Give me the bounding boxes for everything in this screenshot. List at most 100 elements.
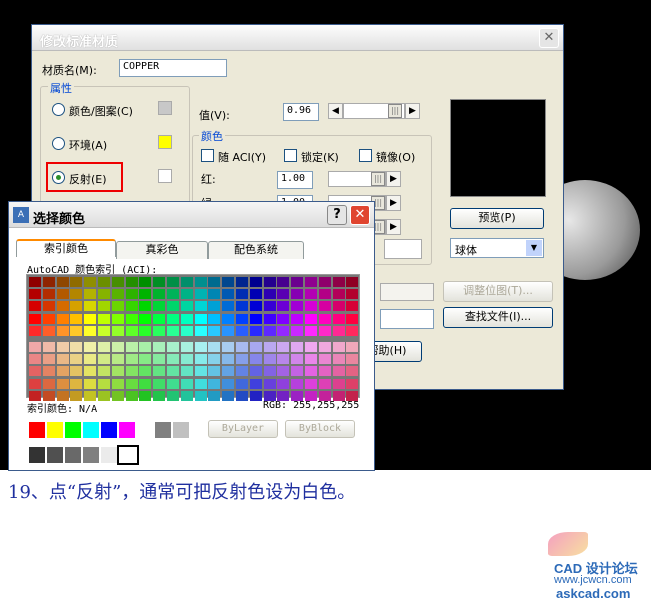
aci-color-cell[interactable] — [139, 354, 152, 365]
aci-color-cell[interactable] — [318, 313, 331, 324]
value-field[interactable]: 0.96 — [283, 103, 319, 121]
aci-color-cell[interactable] — [318, 366, 331, 377]
aci-color-cell[interactable] — [291, 289, 304, 300]
aci-color-cell[interactable] — [194, 289, 207, 300]
aci-color-cell[interactable] — [153, 277, 166, 287]
aci-color-cell[interactable] — [84, 366, 97, 377]
aci-color-cell[interactable] — [139, 277, 152, 287]
aci-checkbox[interactable] — [201, 149, 214, 162]
aci-color-cell[interactable] — [167, 289, 179, 300]
find-file-button[interactable]: 查找文件(I)... — [443, 307, 553, 328]
aci-color-cell[interactable] — [194, 342, 207, 352]
aci-color-cell[interactable] — [208, 390, 221, 401]
aci-color-cell[interactable] — [125, 390, 138, 401]
bylayer-button[interactable]: ByLayer — [208, 420, 278, 438]
aci-color-cell[interactable] — [222, 366, 235, 377]
help-question-button[interactable]: ? — [327, 205, 347, 225]
aci-color-cell[interactable] — [29, 354, 41, 365]
aci-color-cell[interactable] — [277, 325, 290, 336]
aci-color-cell[interactable] — [153, 378, 166, 389]
aci-color-cell[interactable] — [70, 301, 83, 312]
aci-color-cell[interactable] — [305, 342, 317, 352]
aci-color-cell[interactable] — [305, 325, 317, 336]
aci-color-cell[interactable] — [318, 342, 331, 352]
aci-color-cell[interactable] — [332, 289, 345, 300]
aci-color-cell[interactable] — [42, 325, 55, 336]
mirror-checkbox[interactable] — [359, 149, 372, 162]
aci-color-cell[interactable] — [346, 354, 359, 365]
aci-color-cell[interactable] — [180, 325, 193, 336]
aci-color-cell[interactable] — [125, 301, 138, 312]
aci-color-cell[interactable] — [305, 313, 317, 324]
aci-color-cell[interactable] — [318, 325, 331, 336]
aci-color-cell[interactable] — [291, 354, 304, 365]
standard-colors-row[interactable] — [29, 422, 193, 440]
aci-color-cell[interactable] — [318, 301, 331, 312]
aci-color-cell[interactable] — [332, 313, 345, 324]
aci-color-cell[interactable] — [98, 313, 110, 324]
aci-color-cell[interactable] — [318, 289, 331, 300]
aci-color-cell[interactable] — [180, 378, 193, 389]
aci-color-cell[interactable] — [236, 366, 248, 377]
aci-color-cell[interactable] — [98, 366, 110, 377]
aci-color-cell[interactable] — [291, 378, 304, 389]
aci-color-cell[interactable] — [263, 354, 276, 365]
aci-color-cell[interactable] — [180, 342, 193, 352]
aci-color-cell[interactable] — [56, 342, 69, 352]
gray-color-swatch[interactable] — [101, 447, 117, 463]
red-field[interactable]: 1.00 — [277, 171, 313, 189]
aci-color-cell[interactable] — [208, 378, 221, 389]
tab-color-books[interactable]: 配色系统 — [208, 241, 304, 259]
aci-color-cell[interactable] — [125, 289, 138, 300]
aci-color-cell[interactable] — [263, 325, 276, 336]
aci-color-cell[interactable] — [263, 277, 276, 287]
red-slider-thumb[interactable]: ||| — [371, 172, 385, 186]
aci-color-cell[interactable] — [277, 378, 290, 389]
value-slider[interactable]: ||| — [343, 103, 405, 119]
aci-color-cell[interactable] — [125, 366, 138, 377]
aci-color-cell[interactable] — [167, 354, 179, 365]
aci-color-cell[interactable] — [208, 354, 221, 365]
aci-color-cell[interactable] — [84, 313, 97, 324]
aci-color-cell[interactable] — [291, 301, 304, 312]
aci-color-cell[interactable] — [236, 277, 248, 287]
aci-color-cell[interactable] — [263, 289, 276, 300]
aci-color-cell[interactable] — [56, 289, 69, 300]
aci-color-cell[interactable] — [111, 289, 124, 300]
aci-color-cell[interactable] — [318, 378, 331, 389]
aci-color-cell[interactable] — [194, 390, 207, 401]
radio-color-pattern[interactable] — [52, 103, 65, 116]
aci-color-cell[interactable] — [125, 277, 138, 287]
chevron-down-icon[interactable]: ▼ — [526, 240, 542, 256]
aci-color-cell[interactable] — [56, 301, 69, 312]
aci-color-cell[interactable] — [346, 313, 359, 324]
aci-color-cell[interactable] — [249, 325, 262, 336]
aci-color-cell[interactable] — [29, 325, 41, 336]
aci-color-cell[interactable] — [277, 342, 290, 352]
aci-color-cell[interactable] — [236, 325, 248, 336]
shape-select[interactable]: 球体 ▼ — [450, 238, 544, 258]
aci-color-cell[interactable] — [277, 301, 290, 312]
aci-color-cell[interactable] — [139, 313, 152, 324]
gray-color-swatch[interactable] — [47, 447, 63, 463]
aci-color-cell[interactable] — [236, 313, 248, 324]
aci-color-cell[interactable] — [153, 366, 166, 377]
aci-color-cell[interactable] — [194, 325, 207, 336]
aci-color-cell[interactable] — [222, 354, 235, 365]
gray-color-swatch[interactable] — [29, 447, 45, 463]
aci-color-cell[interactable] — [111, 378, 124, 389]
aci-color-cell[interactable] — [153, 390, 166, 401]
aci-color-cell[interactable] — [98, 378, 110, 389]
aci-color-cell[interactable] — [180, 354, 193, 365]
aci-color-cell[interactable] — [84, 342, 97, 352]
value-slider-right-arrow[interactable]: ▶ — [405, 103, 420, 119]
aci-color-cell[interactable] — [111, 277, 124, 287]
aci-color-cell[interactable] — [208, 301, 221, 312]
aci-color-cell[interactable] — [139, 325, 152, 336]
standard-color-swatch[interactable] — [65, 422, 81, 438]
aci-color-cell[interactable] — [346, 325, 359, 336]
aci-color-cell[interactable] — [111, 390, 124, 401]
aci-color-cell[interactable] — [111, 301, 124, 312]
aci-color-cell[interactable] — [180, 313, 193, 324]
map-file-field[interactable] — [380, 283, 434, 301]
